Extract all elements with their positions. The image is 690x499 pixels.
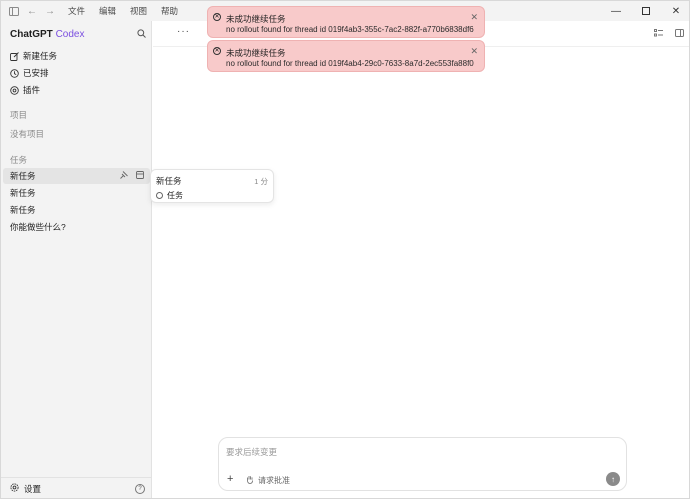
brand-accent: Codex: [55, 29, 85, 40]
menu-file[interactable]: 文件: [68, 5, 85, 17]
search-icon[interactable]: [137, 29, 147, 39]
back-arrow-icon[interactable]: ←: [23, 1, 41, 21]
settings-button[interactable]: 设置: [10, 483, 41, 495]
sidebar-item-label: 新建任务: [23, 51, 58, 61]
sidebar-item-plugins[interactable]: 插件: [10, 84, 40, 96]
add-attachment-icon[interactable]: +: [227, 473, 233, 485]
gear-icon: [10, 483, 19, 494]
no-projects-text: 没有项目: [10, 129, 45, 139]
popover-time: 1 分: [254, 177, 268, 186]
task-label: 新任务: [10, 205, 36, 215]
error-toast: ✕ 未成功继续任务 no rollout found for thread id…: [207, 40, 485, 72]
checklist-icon[interactable]: [654, 29, 663, 39]
menu-edit[interactable]: 编辑: [99, 5, 116, 17]
popover-title: 新任务: [156, 176, 182, 186]
menu-help[interactable]: 帮助: [161, 5, 178, 17]
plugin-icon: [10, 85, 19, 95]
close-window-icon[interactable]: ✕: [661, 1, 689, 21]
toast-message: no rollout found for thread id 019f4ab3-…: [226, 25, 474, 34]
approval-mode-label: 请求批准: [258, 476, 290, 485]
send-button[interactable]: ↑: [606, 472, 620, 486]
archive-icon[interactable]: [136, 171, 144, 181]
approval-mode-button[interactable]: 请求批准: [246, 475, 290, 486]
error-icon: ✕: [213, 13, 221, 21]
main-panel: ···: [153, 21, 689, 498]
sidebar-item-new-task[interactable]: 新建任务: [10, 50, 57, 62]
task-preview-popover: 新任务 1 分 任务: [150, 169, 274, 203]
error-icon: ✕: [213, 47, 221, 55]
edit-icon: [10, 51, 19, 61]
task-item[interactable]: 新任务: [3, 185, 150, 201]
task-item[interactable]: 新任务: [3, 202, 150, 218]
clock-icon: [10, 68, 19, 78]
app-window: ← → 文件 编辑 视图 帮助 — ✕ ChatGPT Codex 新建任务 已…: [0, 0, 690, 499]
brand-logo: ChatGPT Codex: [10, 29, 84, 40]
task-label: 新任务: [10, 171, 36, 181]
toast-message: no rollout found for thread id 019f4ab4-…: [226, 59, 474, 68]
projects-section-label: 项目: [10, 110, 28, 120]
sidebar: ChatGPT Codex 新建任务 已安排 插件 项目 没有项目 任务 新任务…: [1, 21, 152, 498]
composer-input[interactable]: 要求后续变更: [226, 446, 277, 458]
tasks-section-label: 任务: [10, 155, 28, 165]
window-controls: — ✕: [601, 1, 689, 21]
forward-arrow-icon[interactable]: →: [41, 1, 59, 21]
popover-task-item[interactable]: 任务: [156, 190, 183, 201]
more-options-icon[interactable]: ···: [177, 26, 190, 37]
minimize-icon[interactable]: —: [601, 1, 631, 21]
sidebar-item-scheduled[interactable]: 已安排: [10, 67, 49, 79]
task-row-actions: [120, 168, 144, 184]
brand-main: ChatGPT: [10, 29, 53, 40]
hand-icon: [246, 475, 254, 486]
popover-item-label: 任务: [167, 191, 183, 200]
panel-toggle-icon[interactable]: [675, 29, 684, 39]
sidebar-item-label: 已安排: [23, 68, 49, 78]
sidebar-footer: 设置 ?: [1, 477, 152, 498]
close-icon[interactable]: ✕: [470, 46, 478, 57]
sidebar-toggle-icon[interactable]: [5, 1, 23, 21]
sidebar-item-label: 插件: [23, 85, 41, 95]
help-icon[interactable]: ?: [135, 484, 145, 494]
maximize-icon[interactable]: [631, 1, 661, 21]
task-item[interactable]: 新任务: [3, 168, 150, 184]
error-toast: ✕ 未成功继续任务 no rollout found for thread id…: [207, 6, 485, 38]
pin-icon[interactable]: [120, 171, 128, 181]
status-circle-icon: [156, 192, 163, 199]
menu-view[interactable]: 视图: [130, 5, 147, 17]
task-label: 新任务: [10, 188, 36, 198]
toast-title: 未成功继续任务: [226, 14, 286, 24]
settings-label: 设置: [24, 483, 42, 494]
task-item[interactable]: 你能做些什么?: [3, 219, 150, 235]
close-icon[interactable]: ✕: [470, 12, 478, 23]
task-label: 你能做些什么?: [10, 222, 66, 232]
composer: 要求后续变更 + 请求批准 ↑: [218, 437, 627, 491]
toast-title: 未成功继续任务: [226, 48, 286, 58]
toolbar-right-icons: [654, 29, 684, 39]
